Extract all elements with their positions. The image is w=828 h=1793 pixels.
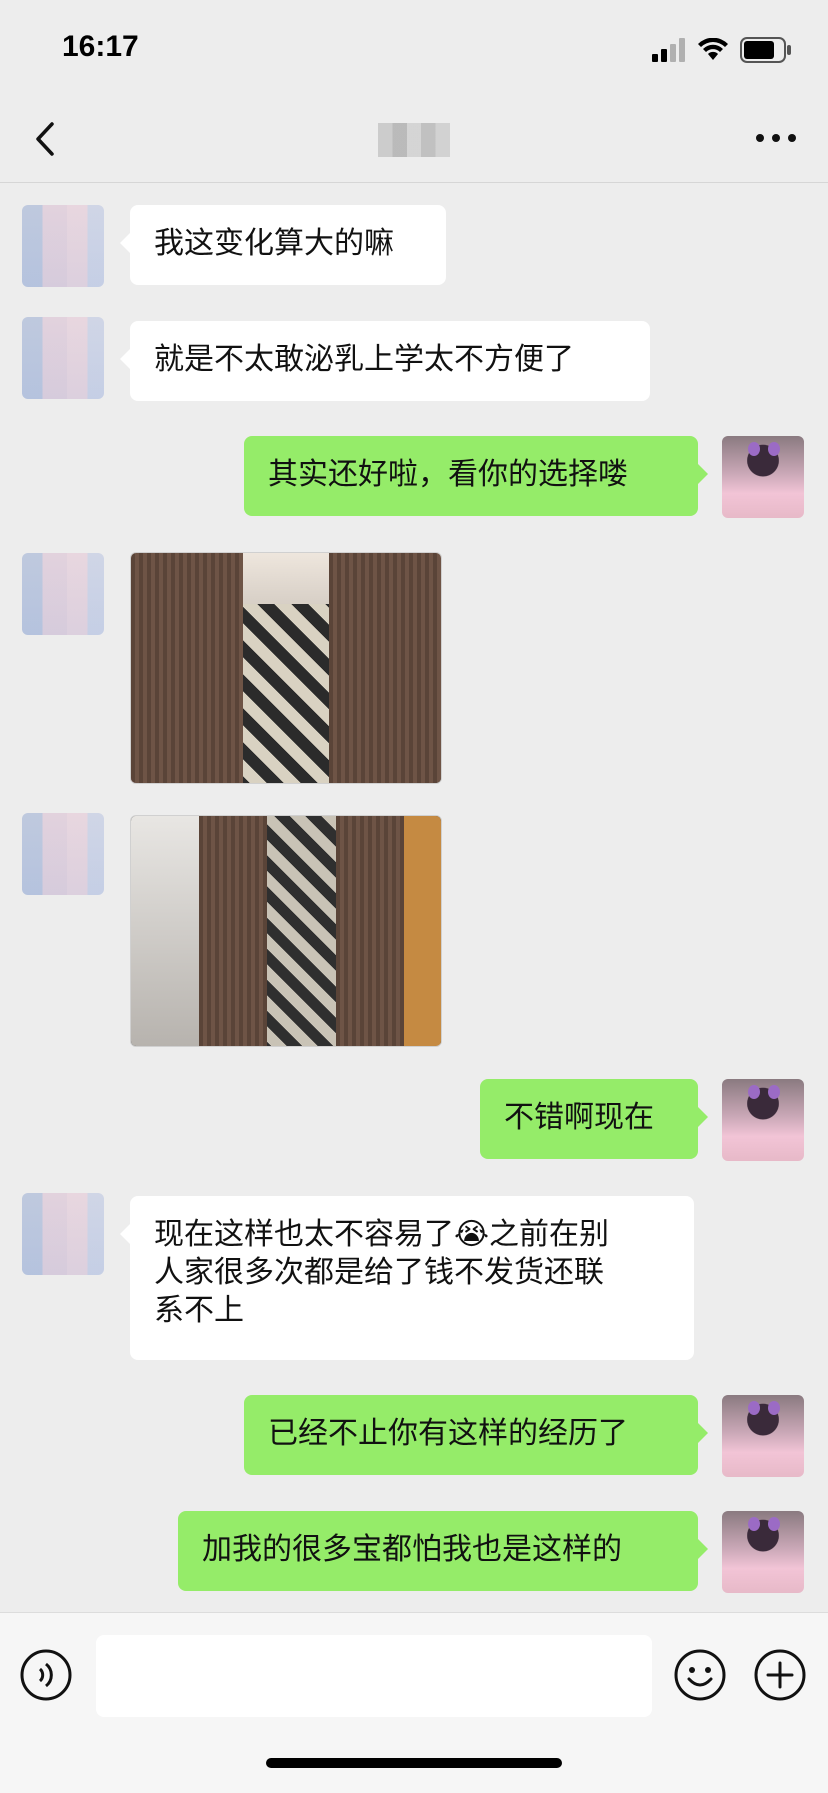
home-indicator[interactable] xyxy=(266,1758,562,1768)
status-time: 16:17 xyxy=(62,30,139,63)
message-bubble[interactable]: 就是不太敢泌乳上学太不方便了 xyxy=(120,321,650,401)
self-avatar[interactable] xyxy=(722,1079,804,1161)
signal-icon xyxy=(652,38,685,62)
self-avatar[interactable] xyxy=(722,1511,804,1593)
photo-background xyxy=(131,816,200,1046)
voice-icon xyxy=(20,1649,72,1701)
back-button[interactable] xyxy=(24,114,68,164)
chat-header xyxy=(0,96,828,183)
photo-cardigan xyxy=(199,816,268,1046)
photo-cardigan xyxy=(335,816,404,1046)
wifi-icon xyxy=(698,38,728,60)
more-icon xyxy=(756,134,796,142)
plus-icon xyxy=(754,1649,806,1701)
contact-avatar[interactable] xyxy=(22,1193,104,1275)
message-bubble[interactable]: 现在这样也太不容易了😭之前在别 人家很多次都是给了钱不发货还联 系不上 xyxy=(120,1196,694,1360)
contact-avatar[interactable] xyxy=(22,553,104,635)
plus-button[interactable] xyxy=(752,1647,808,1703)
self-avatar[interactable] xyxy=(722,1395,804,1477)
photo-cardigan xyxy=(329,553,441,783)
emoji-icon xyxy=(674,1649,726,1701)
message-bubble[interactable]: 其实还好啦，看你的选择喽 xyxy=(244,436,708,516)
voice-button[interactable] xyxy=(18,1647,74,1703)
chat-message-list[interactable]: 我这变化算大的嘛 就是不太敢泌乳上学太不方便了 其实还好啦，看你的选择喽 不错啊… xyxy=(0,183,828,1613)
back-icon xyxy=(36,122,54,156)
contact-avatar[interactable] xyxy=(22,813,104,895)
image-message[interactable] xyxy=(130,552,442,784)
message-bubble[interactable]: 加我的很多宝都怕我也是这样的 xyxy=(178,1511,708,1591)
message-bubble[interactable]: 已经不止你有这样的经历了 xyxy=(244,1395,708,1475)
more-button[interactable] xyxy=(754,126,798,150)
contact-avatar[interactable] xyxy=(22,205,104,287)
photo-background xyxy=(403,816,441,1046)
chat-title xyxy=(378,123,450,157)
photo-cardigan xyxy=(131,553,243,783)
emoji-button[interactable] xyxy=(672,1647,728,1703)
status-icons xyxy=(652,36,792,64)
status-bar: 16:17 xyxy=(0,0,828,96)
battery-icon xyxy=(740,37,791,63)
self-avatar[interactable] xyxy=(722,436,804,518)
message-input[interactable] xyxy=(96,1635,652,1717)
message-bubble[interactable]: 不错啊现在 xyxy=(480,1079,708,1159)
contact-avatar[interactable] xyxy=(22,317,104,399)
message-bubble[interactable]: 我这变化算大的嘛 xyxy=(120,205,446,285)
image-message[interactable] xyxy=(130,815,442,1047)
